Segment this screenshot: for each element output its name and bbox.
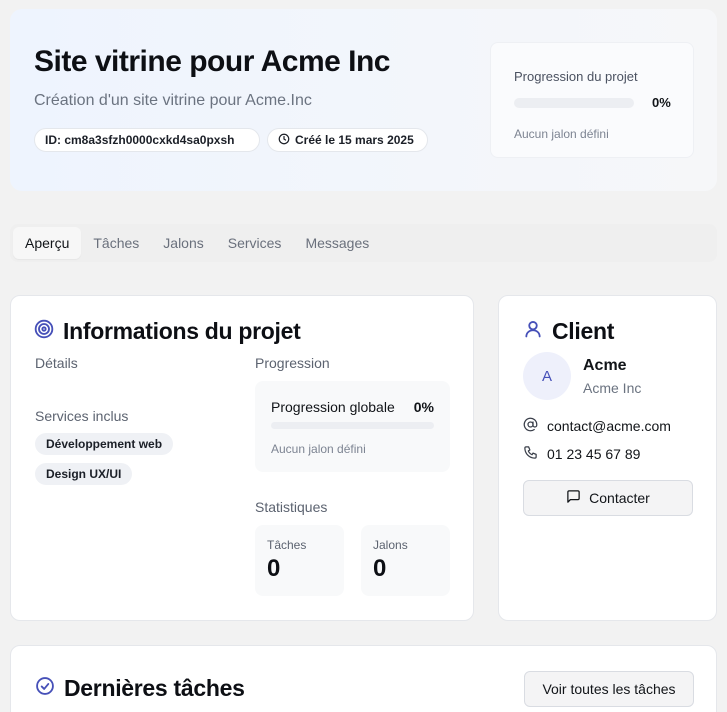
service-badge: Design UX/UI — [35, 463, 133, 485]
client-card-title-row: Client — [523, 318, 614, 345]
contact-button-label: Contacter — [589, 490, 650, 506]
progression-label: Progression — [255, 355, 330, 371]
client-card-title: Client — [552, 318, 615, 344]
tab-taches[interactable]: Tâches — [81, 227, 151, 259]
view-all-tasks-label: Voir toutes les tâches — [542, 681, 676, 697]
contact-button[interactable]: Contacter — [523, 480, 693, 516]
tab-apercu[interactable]: Aperçu — [13, 227, 82, 259]
stat-milestones: Jalons 0 — [361, 525, 450, 596]
created-date-text: Créé le 15 mars 2025 — [295, 133, 414, 147]
project-info-card: Informations du projet Détails Services … — [10, 295, 474, 621]
client-email[interactable]: contact@acme.com — [547, 418, 671, 434]
page-subtitle: Création d'un site vitrine pour Acme.Inc — [34, 92, 312, 109]
statistics-label: Statistiques — [255, 499, 328, 515]
services-label: Services inclus — [35, 408, 129, 424]
tab-services[interactable]: Services — [216, 227, 294, 259]
tasks-card-title-row: Dernières tâches — [35, 675, 245, 702]
stat-tasks: Tâches 0 — [255, 525, 344, 596]
client-company: Acme Inc — [583, 380, 642, 396]
created-date-badge: Créé le 15 mars 2025 — [267, 128, 428, 152]
progress-percent: 0% — [652, 95, 671, 110]
client-card: Client A Acme Acme Inc contact@acme.com … — [498, 295, 717, 621]
view-all-tasks-button[interactable]: Voir toutes les tâches — [524, 671, 694, 707]
user-icon — [523, 318, 543, 345]
project-id-badge: ID: cm8a3sfzh0000cxkd4sa0pxsh — [34, 128, 260, 152]
tasks-card-title: Dernières tâches — [64, 675, 245, 701]
at-sign-icon — [523, 417, 538, 435]
client-phone-row: 01 23 45 67 89 — [523, 445, 640, 463]
project-progress-bar — [514, 98, 634, 108]
progress-note: Aucun jalon défini — [514, 127, 609, 141]
details-label: Détails — [35, 355, 78, 371]
phone-icon — [523, 445, 538, 463]
global-progress-percent: 0% — [413, 399, 434, 415]
progress-card-label: Progression du projet — [514, 69, 638, 84]
info-card-title: Informations du projet — [63, 318, 301, 344]
project-id-text: ID: cm8a3sfzh0000cxkd4sa0pxsh — [45, 133, 235, 147]
stat-milestones-value: 0 — [373, 555, 387, 582]
stat-milestones-label: Jalons — [373, 538, 408, 552]
global-progress-label: Progression globale — [271, 399, 395, 415]
clock-icon — [278, 133, 290, 148]
project-header: Site vitrine pour Acme Inc Création d'un… — [10, 9, 717, 191]
message-square-icon — [566, 489, 581, 507]
client-name: Acme — [583, 357, 627, 374]
global-progress-note: Aucun jalon défini — [271, 442, 366, 456]
client-email-row: contact@acme.com — [523, 417, 671, 435]
project-progress-card: Progression du projet 0% Aucun jalon déf… — [490, 42, 694, 158]
project-tabs: Aperçu Tâches Jalons Services Messages — [10, 224, 717, 262]
service-badge: Développement web — [35, 433, 174, 455]
tab-messages[interactable]: Messages — [293, 227, 381, 259]
info-card-title-row: Informations du projet — [34, 318, 301, 345]
target-icon — [34, 318, 54, 345]
tab-jalons[interactable]: Jalons — [151, 227, 215, 259]
stat-tasks-value: 0 — [267, 555, 281, 582]
project-page: Site vitrine pour Acme Inc Création d'un… — [0, 0, 727, 712]
global-progress-box: Progression globale 0% Aucun jalon défin… — [255, 381, 450, 472]
client-phone[interactable]: 01 23 45 67 89 — [547, 446, 640, 462]
latest-tasks-card: Dernières tâches Voir toutes les tâches — [10, 645, 717, 712]
stat-tasks-label: Tâches — [267, 538, 307, 552]
global-progress-bar — [271, 422, 434, 429]
page-title: Site vitrine pour Acme Inc — [34, 45, 390, 78]
avatar: A — [523, 352, 571, 400]
check-circle-icon — [35, 675, 55, 702]
